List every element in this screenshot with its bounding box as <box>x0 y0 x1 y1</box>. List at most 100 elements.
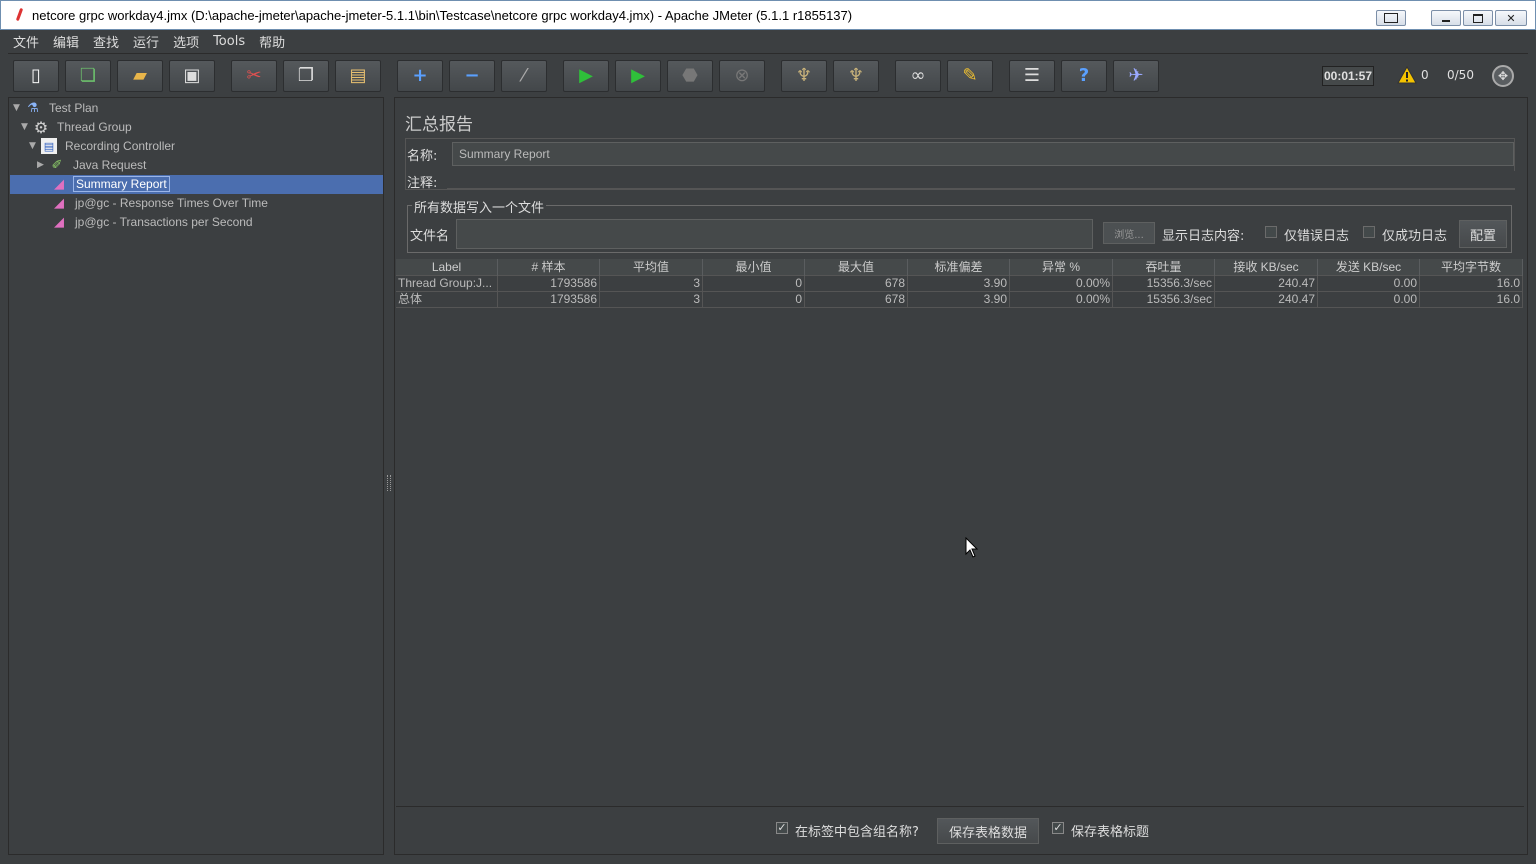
help-book-icon: ? <box>1078 65 1090 86</box>
log-content-label: 显示日志内容: <box>1162 229 1245 244</box>
menu-edit[interactable]: 编辑 <box>48 32 84 51</box>
paste-button[interactable]: ▤ <box>335 60 381 92</box>
configure-button[interactable]: 配置 <box>1459 220 1507 248</box>
column-header[interactable]: 异常 % <box>1010 259 1113 276</box>
tree-node-test-plan[interactable]: ▼ ⚗ Test Plan <box>13 99 100 117</box>
remote-button[interactable]: ✈ <box>1113 60 1159 92</box>
include-group-checkbox[interactable]: ✓ <box>776 822 788 834</box>
column-header[interactable]: Label <box>396 259 498 276</box>
start-button[interactable]: ▶ <box>563 60 609 92</box>
column-header[interactable]: 标准偏差 <box>908 259 1010 276</box>
cut-button[interactable]: ✂ <box>231 60 277 92</box>
column-header[interactable]: 最小值 <box>703 259 805 276</box>
collapse-all-button[interactable]: − <box>449 60 495 92</box>
expanded-arrow-icon[interactable]: ▼ <box>29 141 39 151</box>
save-header-checkbox[interactable]: ✓ <box>1052 822 1064 834</box>
column-header[interactable]: 最大值 <box>805 259 908 276</box>
chart-icon: ◢ <box>54 176 64 192</box>
new-button[interactable]: ▯ <box>13 60 59 92</box>
menu-search[interactable]: 查找 <box>88 32 124 51</box>
summary-table[interactable]: Label # 样本 平均值 最小值 最大值 标准偏差 异常 % 吞吐量 接收 … <box>396 259 1524 807</box>
table-cell: 3.90 <box>908 292 1010 308</box>
table-cell: Thread Group:J... <box>396 276 498 292</box>
warning-icon[interactable] <box>1397 66 1417 84</box>
close-button[interactable]: ✕ <box>1495 10 1527 26</box>
open-button[interactable]: ▰ <box>117 60 163 92</box>
thread-status: 0/50 <box>1447 68 1474 82</box>
menu-run[interactable]: 运行 <box>128 32 164 51</box>
toggle-button[interactable]: ⁄ <box>501 60 547 92</box>
tree-label: Java Request <box>73 158 147 172</box>
expand-all-button[interactable]: + <box>397 60 443 92</box>
table-cell: 0.00 <box>1318 292 1420 308</box>
save-table-data-button[interactable]: 保存表格数据 <box>937 818 1039 844</box>
list-icon: ☰ <box>1023 65 1041 86</box>
maximize-icon <box>1464 11 1492 25</box>
filename-input[interactable] <box>456 219 1093 249</box>
column-header[interactable]: 发送 KB/sec <box>1318 259 1420 276</box>
table-cell: 总体 <box>396 292 498 308</box>
tree-node-response-times[interactable]: ◢ jp@gc - Response Times Over Time <box>51 194 270 212</box>
function-helper-button[interactable]: ☰ <box>1009 60 1055 92</box>
templates-icon: ❏ <box>79 65 97 86</box>
table-cell: 0.00% <box>1010 276 1113 292</box>
table-cell: 16.0 <box>1420 292 1523 308</box>
success-only-label: 仅成功日志 <box>1382 229 1448 244</box>
errors-only-checkbox[interactable] <box>1265 226 1277 238</box>
column-header[interactable]: 接收 KB/sec <box>1215 259 1318 276</box>
table-cell: 3 <box>600 292 703 308</box>
copy-button[interactable]: ❐ <box>283 60 329 92</box>
shutdown-button[interactable]: ⊗ <box>719 60 765 92</box>
collapsed-arrow-icon[interactable]: ▶ <box>37 160 47 170</box>
save-disk-icon: ▣ <box>183 65 201 86</box>
open-folder-icon: ▰ <box>133 65 147 86</box>
expanded-arrow-icon[interactable]: ▼ <box>13 103 23 113</box>
name-label: 名称: <box>407 149 438 164</box>
comment-label: 注释: <box>407 176 438 191</box>
elapsed-time: 00:01:57 <box>1322 66 1374 86</box>
split-pane-divider[interactable] <box>384 97 394 855</box>
chart-icon: ◢ <box>54 214 64 230</box>
lf-globe-icon[interactable]: ✥ <box>1492 65 1514 87</box>
column-header[interactable]: 平均字节数 <box>1420 259 1523 276</box>
stop-button[interactable]: ⬣ <box>667 60 713 92</box>
menu-tools[interactable]: Tools <box>208 34 250 49</box>
column-header[interactable]: 吞吐量 <box>1113 259 1215 276</box>
reset-search-button[interactable]: ✎ <box>947 60 993 92</box>
stop-icon: ⬣ <box>682 65 698 86</box>
screen-restore-button[interactable] <box>1376 10 1406 26</box>
table-row[interactable]: Thread Group:J... 1793586 3 0 678 3.90 0… <box>396 276 1523 292</box>
tree-node-summary-report[interactable]: ◢ Summary Report <box>51 175 170 193</box>
clear-all-button[interactable]: ♆ <box>833 60 879 92</box>
menu-file[interactable]: 文件 <box>8 32 44 51</box>
comment-field[interactable] <box>447 171 1515 189</box>
tree-node-java-request[interactable]: ▶ ✐ Java Request <box>37 156 148 174</box>
save-button[interactable]: ▣ <box>169 60 215 92</box>
name-field[interactable]: Summary Report <box>452 142 1514 166</box>
minimize-button[interactable] <box>1431 10 1461 26</box>
menu-options[interactable]: 选项 <box>168 32 204 51</box>
menu-help[interactable]: 帮助 <box>254 32 290 51</box>
tree-node-thread-group[interactable]: ▼ ⚙ Thread Group <box>21 118 134 137</box>
summary-report-panel: 汇总报告 名称: Summary Report 注释: 所有数据写入一个文件 文… <box>394 97 1528 855</box>
expanded-arrow-icon[interactable]: ▼ <box>21 122 31 132</box>
tree-node-transactions-per-second[interactable]: ◢ jp@gc - Transactions per Second <box>51 213 255 231</box>
maximize-button[interactable] <box>1463 10 1493 26</box>
minimize-icon <box>1432 11 1460 25</box>
table-row[interactable]: 总体 1793586 3 0 678 3.90 0.00% 15356.3/se… <box>396 292 1523 308</box>
table-header: Label # 样本 平均值 最小值 最大值 标准偏差 异常 % 吞吐量 接收 … <box>396 259 1523 276</box>
splitter-grip-icon[interactable] <box>387 475 391 491</box>
templates-button[interactable]: ❏ <box>65 60 111 92</box>
tree-node-recording-controller[interactable]: ▼ ▤ Recording Controller <box>29 137 177 155</box>
browse-button[interactable]: 浏览... <box>1103 222 1155 244</box>
help-button[interactable]: ? <box>1061 60 1107 92</box>
start-no-pause-button[interactable]: ▶ <box>615 60 661 92</box>
clear-button[interactable]: ♆ <box>781 60 827 92</box>
table-cell: 3.90 <box>908 276 1010 292</box>
include-group-label: 在标签中包含组名称? <box>795 825 919 840</box>
success-only-checkbox[interactable] <box>1363 226 1375 238</box>
column-header[interactable]: # 样本 <box>498 259 600 276</box>
flask-icon: ⚗ <box>27 100 39 116</box>
column-header[interactable]: 平均值 <box>600 259 703 276</box>
search-button[interactable]: ∞ <box>895 60 941 92</box>
